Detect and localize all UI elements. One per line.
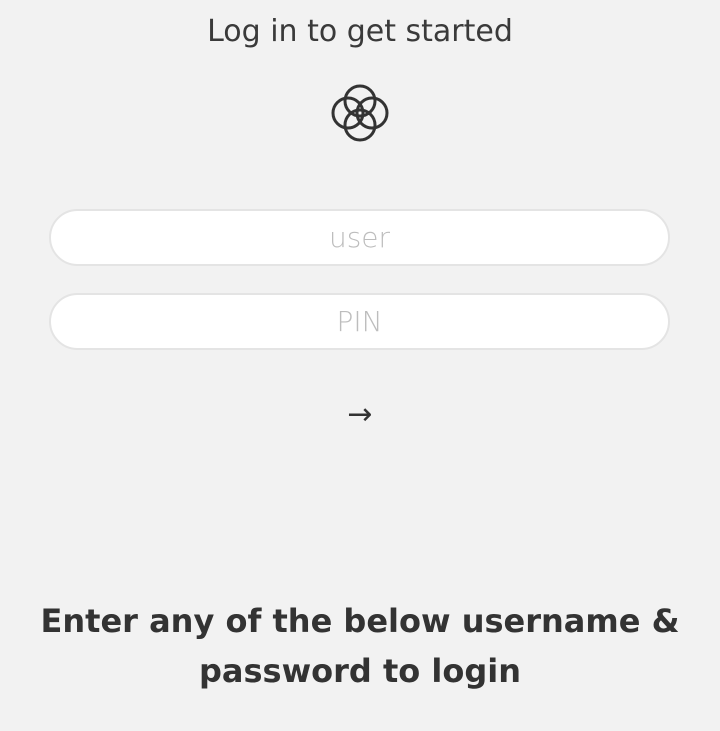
login-page: Log in to get started → Enter any of the… (0, 0, 720, 731)
submit-button[interactable]: → (330, 392, 390, 438)
arrow-right-icon: → (347, 397, 373, 432)
pin-input[interactable] (49, 293, 670, 350)
page-title: Log in to get started (207, 14, 513, 49)
username-input[interactable] (49, 209, 670, 266)
four-rings-logo-icon (331, 84, 389, 142)
login-hint-text: Enter any of the below username & passwo… (40, 602, 680, 690)
